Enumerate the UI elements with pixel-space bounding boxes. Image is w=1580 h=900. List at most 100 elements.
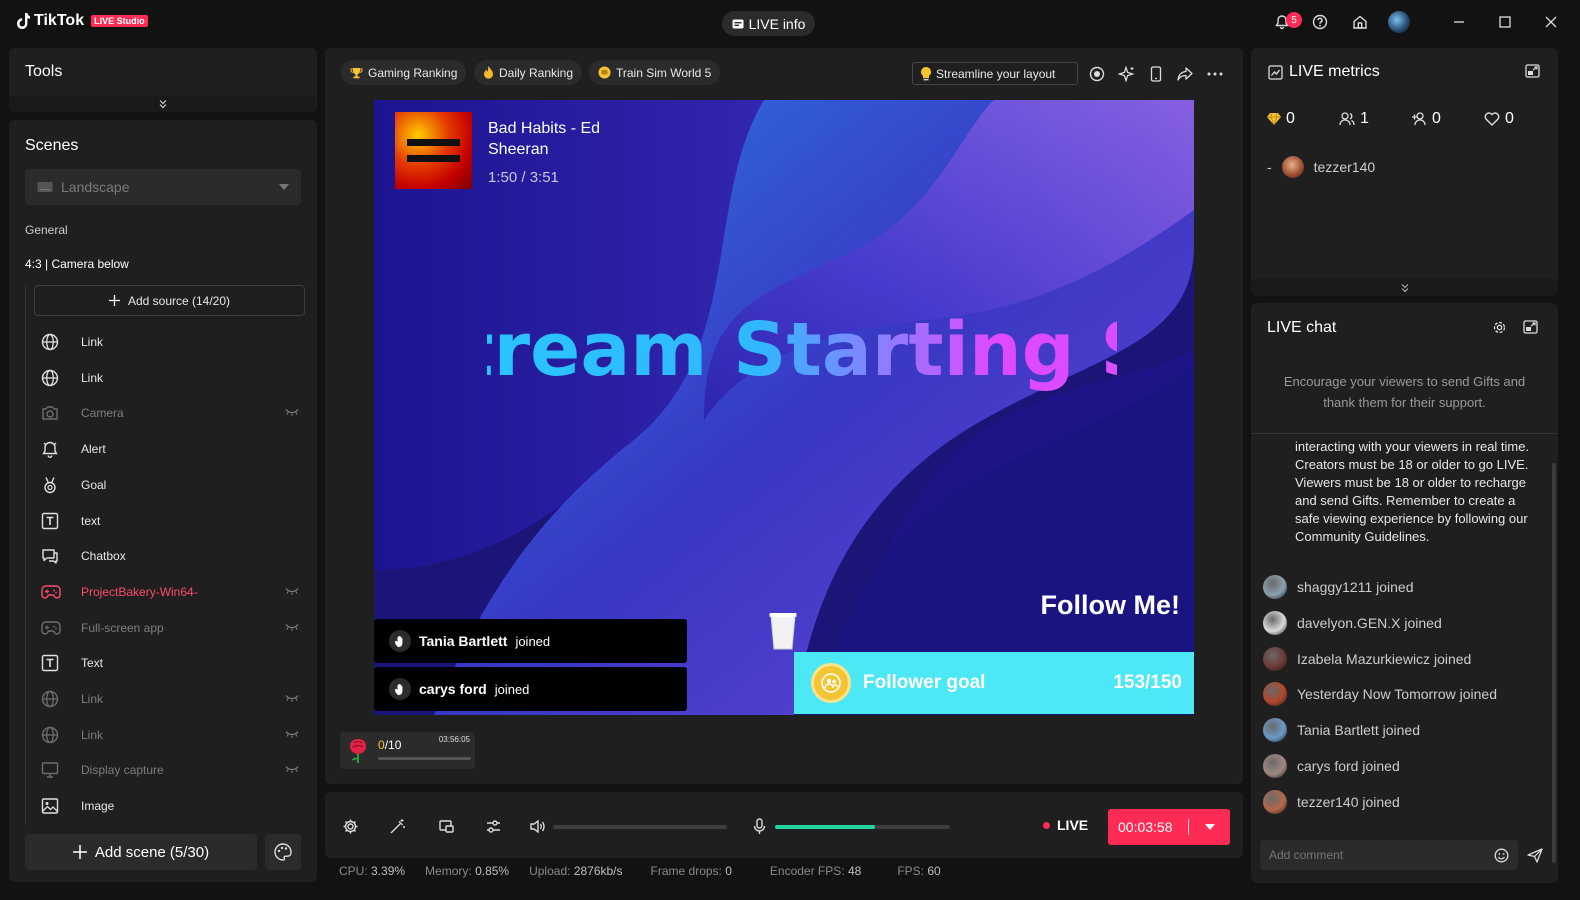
add-scene-button[interactable]: Add scene (5/30) (25, 834, 257, 870)
effects-button[interactable] (1116, 64, 1136, 84)
chip-daily-ranking[interactable]: Daily Ranking (474, 60, 583, 85)
screen-share-button[interactable] (436, 816, 456, 836)
top-viewer-row[interactable]: - tezzer140 (1267, 156, 1375, 178)
chip-gaming-ranking[interactable]: Gaming Ranking (341, 60, 467, 85)
settings-button[interactable] (340, 816, 360, 836)
chat-message[interactable]: carys ford joined (1263, 754, 1400, 778)
preview-panel: Gaming Ranking Daily Ranking Train Sim W… (325, 48, 1243, 784)
home-button[interactable] (1340, 0, 1380, 44)
tiktok-logo: TikTok LIVE Studio (16, 12, 148, 30)
now-playing-widget: Bad Habits - Ed Sheeran 1:50 / 3:51 (395, 112, 618, 189)
scene-item-current[interactable]: 4:3 | Camera below (25, 257, 129, 271)
mic-level-slider[interactable] (775, 825, 950, 829)
metrics-expand-button[interactable] (1251, 279, 1558, 296)
source-item[interactable]: Display capture (33, 753, 305, 787)
chat-message[interactable]: davelyon.GEN.X joined (1263, 610, 1442, 635)
source-item[interactable]: Link (33, 361, 305, 395)
stream-preview[interactable]: Bad Habits - Ed Sheeran 1:50 / 3:51 Stre… (374, 100, 1194, 715)
volume-button[interactable] (527, 816, 547, 836)
flame-icon (484, 66, 493, 79)
chat-settings-button[interactable] (1492, 320, 1507, 340)
status-value: 60 (927, 864, 941, 878)
portrait-mode-button[interactable] (1146, 64, 1166, 84)
chat-message[interactable]: Izabela Mazurkiewicz joined (1263, 646, 1472, 671)
more-icon (1207, 72, 1223, 76)
scenes-title: Scenes (25, 137, 79, 154)
emoji-icon[interactable] (1494, 848, 1509, 863)
help-button[interactable] (1300, 0, 1340, 44)
trophy-icon (350, 67, 363, 78)
profile-button[interactable] (1380, 0, 1418, 44)
chat-action: joined (1433, 650, 1472, 667)
eye-closed-icon[interactable] (285, 728, 299, 742)
chat-message[interactable]: Tania Bartlett joined (1263, 718, 1420, 743)
theme-button[interactable] (265, 834, 301, 870)
source-item-label: ProjectBakery-Win64- (81, 584, 198, 599)
source-item[interactable]: Goal (33, 468, 305, 502)
magic-wand-button[interactable] (387, 816, 407, 836)
eye-closed-icon[interactable] (285, 621, 299, 635)
source-item[interactable]: Chatbox (33, 539, 305, 573)
tools-expand-button[interactable] (9, 96, 316, 112)
system-message: interacting with your viewers in real ti… (1295, 439, 1530, 544)
source-item[interactable]: Link (33, 682, 305, 716)
notifications-button[interactable]: 5 (1264, 0, 1302, 44)
source-item[interactable]: Link (33, 718, 305, 752)
add-source-button[interactable]: Add source (14/20) (34, 285, 305, 316)
join-user: carys ford (419, 681, 487, 697)
close-icon (1545, 16, 1557, 28)
end-live-button[interactable]: 00:03:58 (1108, 809, 1230, 845)
source-item[interactable]: Link (33, 325, 305, 359)
avatar (1263, 575, 1287, 599)
record-button[interactable] (1087, 64, 1107, 84)
eye-closed-icon[interactable] (285, 406, 299, 420)
source-item[interactable]: Text (33, 646, 305, 680)
comment-field[interactable] (1260, 840, 1518, 870)
follower-goal-bar: Follower goal 153/150 (794, 652, 1194, 714)
rose-icon (350, 739, 366, 763)
source-item[interactable]: Alert (33, 432, 305, 466)
popout-button[interactable] (1525, 64, 1540, 83)
chat-message[interactable]: Yesterday Now Tomorrow joined (1263, 682, 1497, 707)
eye-closed-icon[interactable] (285, 585, 299, 599)
source-item[interactable]: Camera (33, 396, 305, 430)
maximize-icon (1499, 16, 1511, 28)
top-viewer-name: tezzer140 (1313, 159, 1376, 175)
chat-popout-button[interactable] (1523, 320, 1538, 339)
more-options-button[interactable] (1205, 64, 1225, 84)
chat-user: tezzer140 (1297, 793, 1359, 810)
comment-input[interactable] (1269, 848, 1494, 862)
top-viewer-rank: - (1267, 159, 1272, 175)
source-item[interactable]: Full-screen app (33, 611, 305, 645)
chip-current-game[interactable]: Train Sim World 5 (589, 60, 721, 85)
gift-goal-widget[interactable]: 0/10 03:56:05 (340, 732, 475, 769)
source-item-label: Alert (81, 442, 106, 457)
volume-slider[interactable] (553, 825, 727, 829)
tools-panel: Tools (9, 48, 317, 112)
eye-closed-icon[interactable] (285, 763, 299, 777)
live-info-button[interactable]: LIVE info (722, 11, 815, 36)
adjustments-button[interactable] (483, 816, 503, 836)
metric-diamonds-value: 0 (1286, 110, 1295, 127)
caret-down-icon[interactable] (1189, 824, 1230, 830)
eye-closed-icon[interactable] (285, 692, 299, 706)
source-item-label: Link (81, 692, 104, 706)
globe-icon (41, 332, 67, 352)
send-button[interactable] (1525, 845, 1545, 865)
source-item[interactable]: Image (33, 789, 305, 823)
minimize-button[interactable] (1436, 0, 1482, 44)
speaker-icon (529, 819, 545, 833)
close-button[interactable] (1528, 0, 1574, 44)
source-item[interactable]: text (33, 504, 305, 538)
chat-message[interactable]: tezzer140 joined (1263, 789, 1400, 814)
share-button[interactable] (1175, 64, 1195, 84)
maximize-button[interactable] (1482, 0, 1528, 44)
chat-message[interactable]: shaggy1211 joined (1263, 575, 1414, 599)
streamline-layout-button[interactable]: Streamline your layout (912, 62, 1078, 85)
microphone-button[interactable] (749, 816, 769, 836)
chat-scrollbar[interactable] (1552, 463, 1556, 863)
chat-user: davelyon.GEN.X (1297, 614, 1401, 631)
source-item[interactable]: ProjectBakery-Win64- (33, 575, 305, 609)
scene-layout-dropdown[interactable]: Landscape (25, 169, 301, 205)
avatar (1281, 156, 1304, 178)
